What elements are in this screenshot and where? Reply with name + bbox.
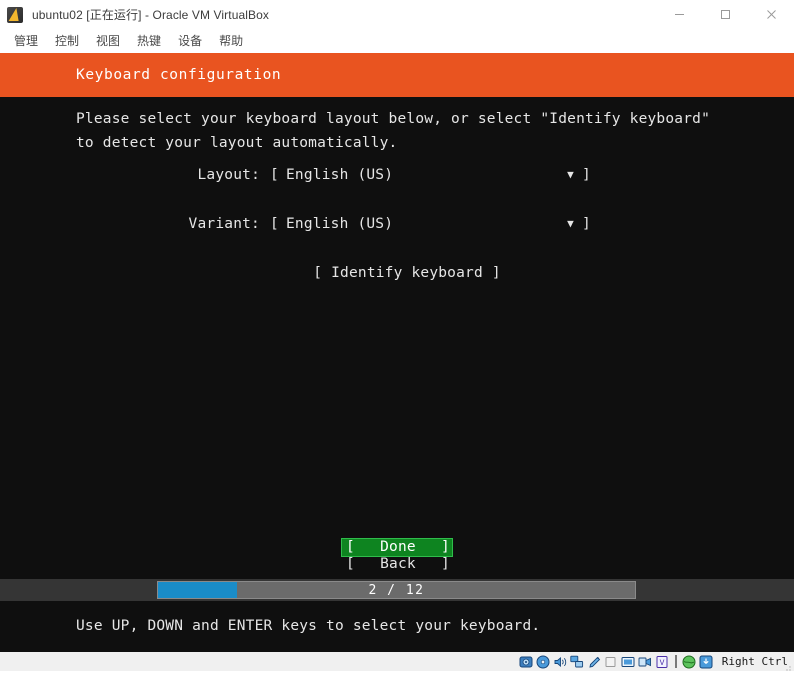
- bracket-close: ]: [582, 167, 591, 183]
- menu-item-hotkeys[interactable]: 热键: [129, 30, 170, 51]
- virtualbox-status-bar: V Right Ctrl: [0, 652, 794, 671]
- host-key-label: Right Ctrl: [721, 655, 788, 668]
- virtualbox-icon: [7, 6, 23, 23]
- layout-value: English (US): [286, 167, 394, 183]
- progress-label: 2 / 12: [368, 583, 425, 598]
- done-button[interactable]: [ Done ]: [341, 538, 453, 557]
- bracket-close: ]: [441, 539, 450, 555]
- identify-keyboard-button[interactable]: [ Identify keyboard ]: [0, 261, 794, 285]
- chevron-down-icon[interactable]: ▼: [567, 163, 582, 187]
- keyboard-capture-icon[interactable]: [699, 654, 714, 669]
- layout-select[interactable]: [ English (US) ▼ ]: [270, 163, 591, 188]
- done-button-label: Done: [380, 539, 416, 555]
- hard-disk-icon[interactable]: [519, 654, 534, 669]
- variant-select[interactable]: [ English (US) ▼ ]: [270, 212, 591, 237]
- window-title: ubuntu02 [正在运行] - Oracle VM VirtualBox: [32, 8, 270, 22]
- variant-row: Variant: [ English (US) ▼ ]: [0, 212, 794, 237]
- bracket-open: [: [346, 556, 355, 572]
- usb-icon[interactable]: [587, 654, 602, 669]
- mouse-integration-icon[interactable]: [682, 654, 697, 669]
- status-icon-group: V Right Ctrl: [519, 654, 788, 669]
- progress-bar: 2 / 12: [157, 581, 636, 599]
- optical-disc-icon[interactable]: [536, 654, 551, 669]
- svg-text:V: V: [660, 659, 665, 668]
- intro-text: Please select your keyboard layout below…: [76, 111, 719, 151]
- maximize-button[interactable]: [702, 0, 748, 29]
- bracket-open: [: [270, 167, 279, 183]
- bracket-close: ]: [582, 216, 591, 232]
- back-button-label: Back: [380, 556, 416, 572]
- layout-row: Layout: [ English (US) ▼ ]: [0, 163, 794, 188]
- window-titlebar: ubuntu02 [正在运行] - Oracle VM VirtualBox: [0, 0, 794, 29]
- status-divider: [674, 655, 677, 668]
- layout-label: Layout:: [197, 167, 260, 183]
- menu-item-devices[interactable]: 设备: [170, 30, 211, 51]
- vm-display: Keyboard configuration Please select you…: [0, 53, 794, 652]
- installer-header: Keyboard configuration: [0, 53, 794, 97]
- chevron-down-icon[interactable]: ▼: [567, 212, 582, 236]
- menu-item-manage[interactable]: 管理: [6, 30, 47, 51]
- menu-bar: 管理 控制 视图 热键 设备 帮助: [0, 29, 794, 53]
- back-button[interactable]: [ Back ]: [342, 556, 452, 573]
- hint-text: Use UP, DOWN and ENTER keys to select yo…: [76, 617, 541, 634]
- menu-item-view[interactable]: 视图: [88, 30, 129, 51]
- audio-icon[interactable]: [553, 654, 568, 669]
- virtualbox-window: ubuntu02 [正在运行] - Oracle VM VirtualBox 管…: [0, 0, 794, 671]
- resize-grip[interactable]: [782, 659, 792, 671]
- display-icon[interactable]: [621, 654, 636, 669]
- close-button[interactable]: [748, 0, 794, 29]
- progress-strip: 2 / 12: [0, 579, 794, 601]
- window-controls: [656, 0, 794, 29]
- action-buttons: [ Done ] [ Back ]: [0, 538, 794, 573]
- shared-folder-icon[interactable]: [604, 654, 619, 669]
- minimize-button[interactable]: [656, 0, 702, 29]
- menu-item-help[interactable]: 帮助: [211, 30, 252, 51]
- terminal-bottom-fill: [0, 640, 794, 652]
- installer-body: Please select your keyboard layout below…: [0, 97, 794, 652]
- bracket-close: ]: [441, 556, 450, 572]
- bracket-open: [: [270, 216, 279, 232]
- page-title: Keyboard configuration: [76, 67, 282, 83]
- menu-item-control[interactable]: 控制: [47, 30, 88, 51]
- bracket-open: [: [346, 539, 355, 555]
- recording-icon[interactable]: [638, 654, 653, 669]
- virtualbox-guest-additions-icon[interactable]: V: [655, 654, 670, 669]
- variant-value: English (US): [286, 216, 394, 232]
- variant-label: Variant:: [188, 216, 260, 232]
- network-icon[interactable]: [570, 654, 585, 669]
